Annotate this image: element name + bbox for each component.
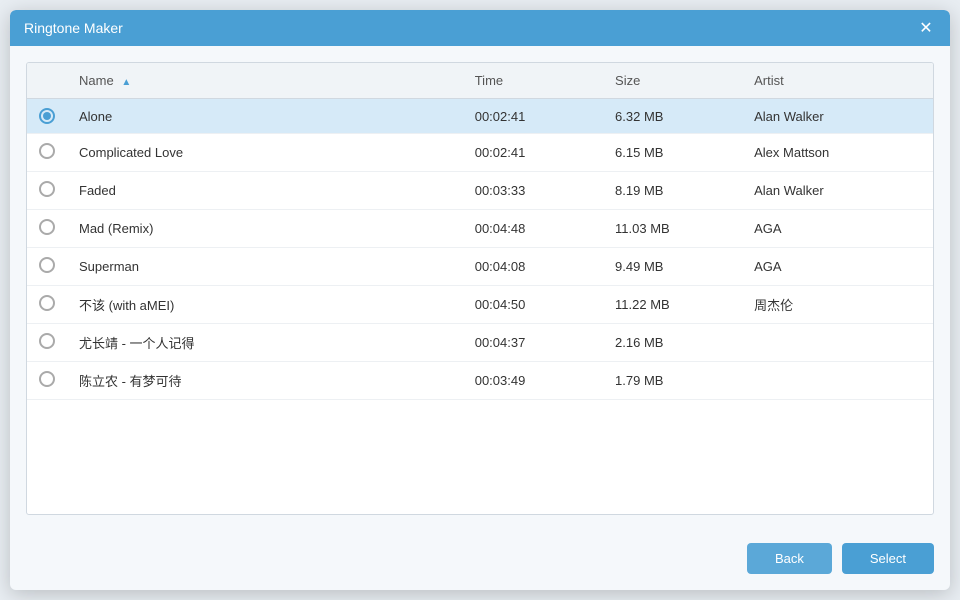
song-artist: AGA bbox=[742, 248, 933, 286]
row-selector-cell bbox=[27, 210, 67, 248]
song-time: 00:04:50 bbox=[463, 286, 603, 324]
radio-button[interactable] bbox=[39, 108, 55, 124]
song-time: 00:04:37 bbox=[463, 324, 603, 362]
song-name: 不该 (with aMEI) bbox=[67, 286, 463, 324]
song-name: Mad (Remix) bbox=[67, 210, 463, 248]
song-size: 6.32 MB bbox=[603, 99, 742, 134]
song-time: 00:04:48 bbox=[463, 210, 603, 248]
row-selector-cell bbox=[27, 172, 67, 210]
header-time: Time bbox=[463, 63, 603, 99]
select-button[interactable]: Select bbox=[842, 543, 934, 574]
song-time: 00:02:41 bbox=[463, 134, 603, 172]
song-table: Name ▲ Time Size Artist Alone00:02:416.3… bbox=[27, 63, 933, 400]
song-size: 9.49 MB bbox=[603, 248, 742, 286]
sort-arrow-icon: ▲ bbox=[121, 77, 131, 88]
radio-button[interactable] bbox=[39, 143, 55, 159]
row-selector-cell bbox=[27, 134, 67, 172]
header-selector bbox=[27, 63, 67, 99]
header-size: Size bbox=[603, 63, 742, 99]
song-size: 6.15 MB bbox=[603, 134, 742, 172]
table-container: Name ▲ Time Size Artist Alone00:02:416.3… bbox=[26, 62, 934, 515]
song-time: 00:04:08 bbox=[463, 248, 603, 286]
song-time: 00:03:49 bbox=[463, 362, 603, 400]
table-row[interactable]: Faded00:03:338.19 MBAlan Walker bbox=[27, 172, 933, 210]
row-selector-cell bbox=[27, 248, 67, 286]
close-button[interactable]: ✕ bbox=[916, 18, 936, 38]
song-artist: 周杰伦 bbox=[742, 286, 933, 324]
back-button[interactable]: Back bbox=[747, 543, 832, 574]
table-row[interactable]: 不该 (with aMEI)00:04:5011.22 MB周杰伦 bbox=[27, 286, 933, 324]
row-selector-cell bbox=[27, 286, 67, 324]
table-row[interactable]: Superman00:04:089.49 MBAGA bbox=[27, 248, 933, 286]
table-body: Alone00:02:416.32 MBAlan WalkerComplicat… bbox=[27, 99, 933, 400]
window-title: Ringtone Maker bbox=[24, 20, 123, 36]
radio-button[interactable] bbox=[39, 295, 55, 311]
row-selector-cell bbox=[27, 362, 67, 400]
song-name: Faded bbox=[67, 172, 463, 210]
song-artist bbox=[742, 362, 933, 400]
song-name: Complicated Love bbox=[67, 134, 463, 172]
song-time: 00:03:33 bbox=[463, 172, 603, 210]
song-size: 2.16 MB bbox=[603, 324, 742, 362]
table-row[interactable]: 陈立农 - 有梦可待00:03:491.79 MB bbox=[27, 362, 933, 400]
song-name: 尤长靖 - 一个人记得 bbox=[67, 324, 463, 362]
table-row[interactable]: 尤长靖 - 一个人记得00:04:372.16 MB bbox=[27, 324, 933, 362]
song-size: 11.03 MB bbox=[603, 210, 742, 248]
table-row[interactable]: Mad (Remix)00:04:4811.03 MBAGA bbox=[27, 210, 933, 248]
song-time: 00:02:41 bbox=[463, 99, 603, 134]
table-row[interactable]: Alone00:02:416.32 MBAlan Walker bbox=[27, 99, 933, 134]
song-artist: Alex Mattson bbox=[742, 134, 933, 172]
song-artist: Alan Walker bbox=[742, 99, 933, 134]
song-name: 陈立农 - 有梦可待 bbox=[67, 362, 463, 400]
song-artist: AGA bbox=[742, 210, 933, 248]
radio-inner-dot bbox=[43, 112, 51, 120]
header-artist: Artist bbox=[742, 63, 933, 99]
radio-button[interactable] bbox=[39, 333, 55, 349]
song-size: 8.19 MB bbox=[603, 172, 742, 210]
song-name: Alone bbox=[67, 99, 463, 134]
main-window: Ringtone Maker ✕ Name ▲ Time Size Artist bbox=[10, 10, 950, 590]
radio-button[interactable] bbox=[39, 257, 55, 273]
table-row[interactable]: Complicated Love00:02:416.15 MBAlex Matt… bbox=[27, 134, 933, 172]
table-header-row: Name ▲ Time Size Artist bbox=[27, 63, 933, 99]
radio-button[interactable] bbox=[39, 371, 55, 387]
header-name[interactable]: Name ▲ bbox=[67, 63, 463, 99]
row-selector-cell bbox=[27, 99, 67, 134]
title-bar: Ringtone Maker ✕ bbox=[10, 10, 950, 46]
song-size: 1.79 MB bbox=[603, 362, 742, 400]
content-area: Name ▲ Time Size Artist Alone00:02:416.3… bbox=[10, 46, 950, 531]
footer: Back Select bbox=[10, 531, 950, 590]
song-artist bbox=[742, 324, 933, 362]
row-selector-cell bbox=[27, 324, 67, 362]
radio-button[interactable] bbox=[39, 181, 55, 197]
radio-button[interactable] bbox=[39, 219, 55, 235]
song-name: Superman bbox=[67, 248, 463, 286]
song-artist: Alan Walker bbox=[742, 172, 933, 210]
song-size: 11.22 MB bbox=[603, 286, 742, 324]
